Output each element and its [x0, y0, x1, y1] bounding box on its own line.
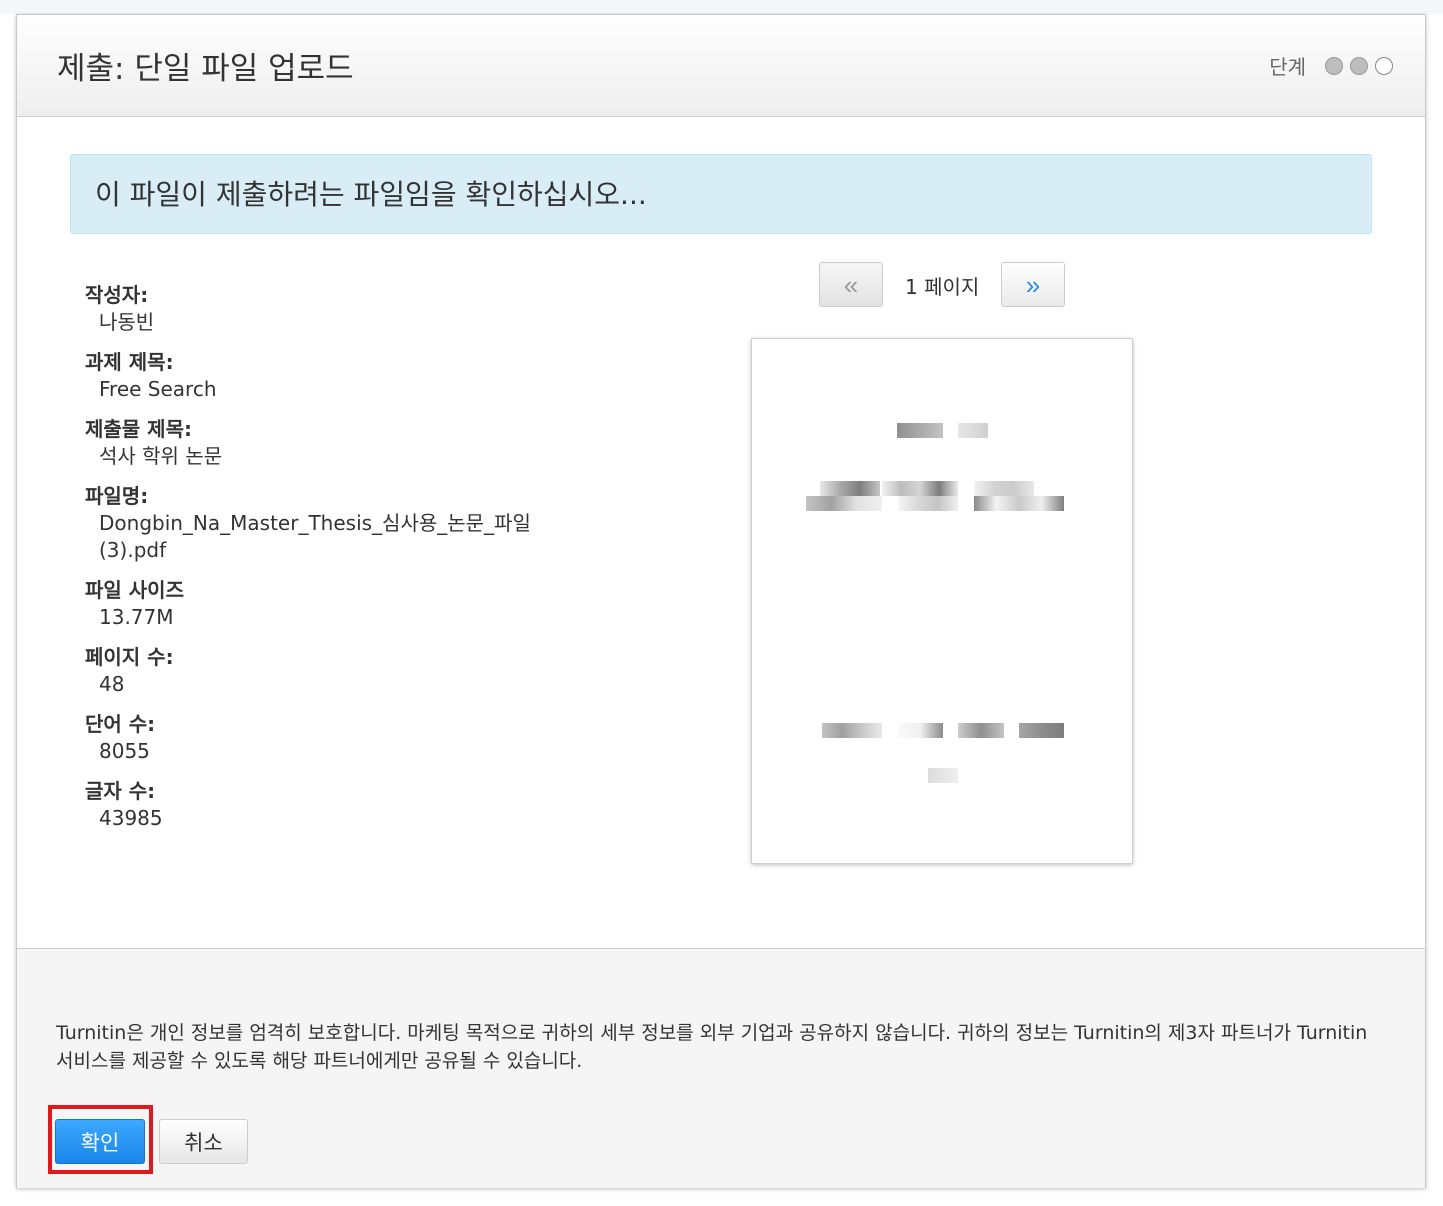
alert-message: 이 파일이 제출하려는 파일임을 확인하십시오... — [95, 178, 647, 211]
document-preview — [751, 338, 1133, 864]
step-indicator: 단계 — [1269, 51, 1393, 80]
dialog-title: 제출: 단일 파일 업로드 — [57, 51, 354, 87]
detail-author: 작성자: 나동빈 — [85, 281, 605, 336]
preview-blur-block — [806, 496, 882, 511]
detail-submission-title: 제출물 제목: 석사 학위 논문 — [85, 415, 605, 470]
preview-blur-block — [958, 423, 988, 438]
file-details: 작성자: 나동빈 과제 제목: Free Search 제출물 제목: 석사 학… — [85, 281, 605, 844]
dialog-footer: Turnitin은 개인 정보를 엄격히 보호합니다. 마케팅 목적으로 귀하의… — [17, 948, 1425, 1188]
detail-value: 48 — [99, 672, 125, 696]
previous-page-button[interactable]: « — [819, 262, 883, 307]
detail-value: 8055 — [99, 739, 150, 763]
preview-blur-block — [820, 481, 880, 496]
confirm-file-alert: 이 파일이 제출하려는 파일임을 확인하십시오... — [70, 154, 1372, 234]
detail-label: 제출물 제목: — [85, 417, 192, 441]
detail-label: 파일 사이즈 — [85, 578, 184, 602]
cancel-button[interactable]: 취소 — [159, 1119, 248, 1164]
page-indicator: 1 페이지 — [905, 275, 980, 299]
detail-label: 과제 제목: — [85, 350, 174, 374]
step-dot-2 — [1350, 56, 1368, 75]
detail-label: 작성자: — [85, 283, 149, 307]
detail-value: 석사 학위 논문 — [99, 444, 223, 468]
detail-filename: 파일명: Dongbin_Na_Master_Thesis_심사용_논문_파일 … — [85, 482, 605, 564]
next-page-button[interactable]: » — [1001, 262, 1065, 307]
privacy-notice: Turnitin은 개인 정보를 엄격히 보호합니다. 마케팅 목적으로 귀하의… — [56, 1022, 1368, 1072]
submission-dialog: 제출: 단일 파일 업로드 단계 이 파일이 제출하려는 파일임을 확인하십시오… — [16, 14, 1426, 1188]
preview-blur-block — [974, 496, 1064, 511]
preview-blur-block — [928, 768, 958, 783]
detail-value: 나동빈 — [99, 310, 155, 334]
preview-blur-block — [898, 496, 958, 511]
detail-value: 13.77M — [99, 605, 174, 629]
preview-blur-block — [898, 723, 943, 738]
step-indicator-label: 단계 — [1269, 55, 1306, 79]
detail-word-count: 단어 수: 8055 — [85, 710, 605, 765]
dialog-header: 제출: 단일 파일 업로드 단계 — [17, 15, 1425, 117]
preview-blur-block — [897, 423, 943, 438]
detail-label: 파일명: — [85, 484, 149, 508]
preview-blur-block — [974, 481, 1034, 496]
detail-value: 43985 — [99, 806, 163, 830]
detail-page-count: 페이지 수: 48 — [85, 643, 605, 698]
detail-label: 페이지 수: — [85, 645, 174, 669]
detail-label: 단어 수: — [85, 712, 156, 736]
detail-file-size: 파일 사이즈 13.77M — [85, 576, 605, 631]
step-dot-1 — [1325, 56, 1343, 75]
confirm-button[interactable]: 확인 — [55, 1119, 145, 1164]
step-dot-3 — [1375, 56, 1393, 75]
preview-blur-block — [822, 723, 882, 738]
detail-character-count: 글자 수: 43985 — [85, 777, 605, 832]
detail-value: Free Search — [99, 377, 217, 401]
preview-blur-block — [1019, 723, 1064, 738]
detail-assignment-title: 과제 제목: Free Search — [85, 348, 605, 403]
detail-label: 글자 수: — [85, 779, 156, 803]
detail-value: Dongbin_Na_Master_Thesis_심사용_논문_파일 (3).p… — [99, 511, 531, 562]
preview-blur-block — [958, 723, 1004, 738]
preview-blur-block — [882, 481, 958, 496]
page-top-strip — [0, 0, 1443, 14]
